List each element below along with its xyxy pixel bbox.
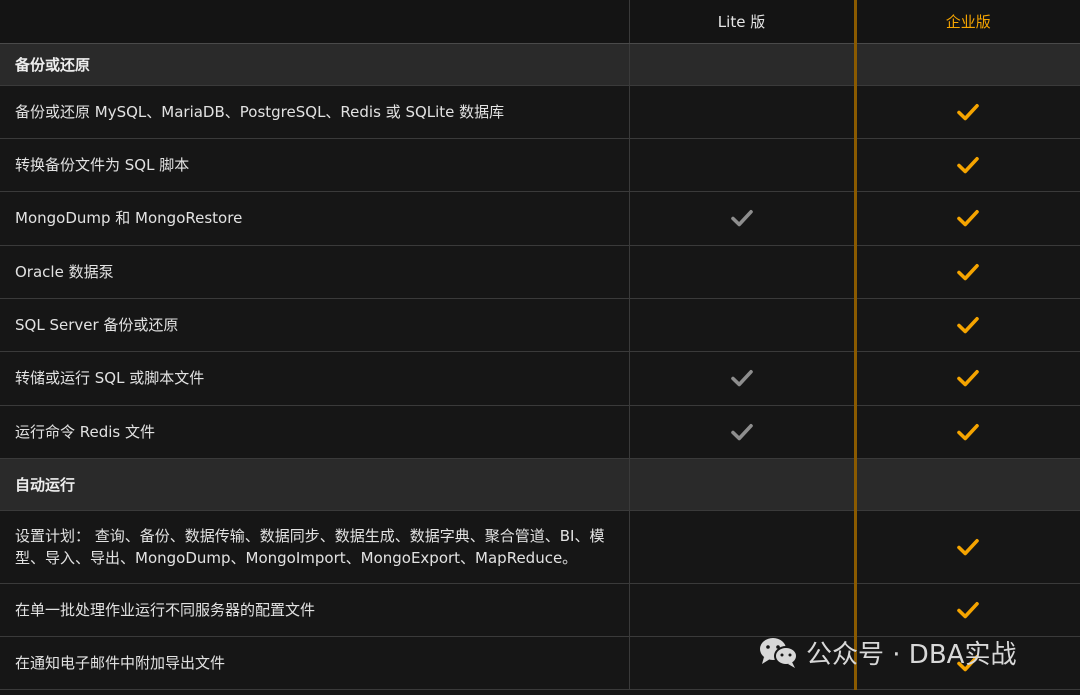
feature-comparison-table: Lite 版 企业版 备份或还原 备份或还原 MySQL、MariaDB、Post…: [0, 0, 1080, 690]
lite-cell: [629, 636, 857, 690]
enterprise-cell: [855, 138, 1080, 192]
lite-cell: [629, 510, 857, 584]
lite-cell: [629, 583, 857, 637]
section-title: 自动运行: [0, 458, 630, 511]
feature-label: 设置计划： 查询、备份、数据传输、数据同步、数据生成、数据字典、聚合管道、BI、…: [0, 510, 630, 584]
table-row: 设置计划： 查询、备份、数据传输、数据同步、数据生成、数据字典、聚合管道、BI、…: [0, 510, 1080, 584]
lite-cell: [629, 85, 857, 139]
feature-label: 在单一批处理作业运行不同服务器的配置文件: [0, 583, 630, 637]
feature-label: MongoDump 和 MongoRestore: [0, 191, 630, 246]
feature-label: Oracle 数据泵: [0, 245, 630, 299]
table-row: Oracle 数据泵: [0, 245, 1080, 299]
lite-cell: [629, 298, 857, 352]
table-body: 备份或还原 备份或还原 MySQL、MariaDB、PostgreSQL、Redi…: [0, 43, 1080, 690]
enterprise-cell: [855, 85, 1080, 139]
enterprise-check-icon: [957, 156, 980, 173]
section-lite-cell: [629, 458, 857, 511]
table-row: 转储或运行 SQL 或脚本文件: [0, 351, 1080, 406]
lite-cell: [629, 191, 857, 246]
enterprise-cell: [855, 298, 1080, 352]
table-row: SQL Server 备份或还原: [0, 298, 1080, 352]
table-row: 备份或还原 MySQL、MariaDB、PostgreSQL、Redis 或 S…: [0, 85, 1080, 139]
enterprise-cell: [855, 351, 1080, 406]
feature-label: 运行命令 Redis 文件: [0, 405, 630, 459]
header-lite-label: Lite 版: [629, 0, 857, 44]
feature-label: 转储或运行 SQL 或脚本文件: [0, 351, 630, 406]
enterprise-check-icon: [957, 210, 980, 227]
feature-label: 在通知电子邮件中附加导出文件: [0, 636, 630, 690]
lite-cell: [629, 138, 857, 192]
enterprise-cell: [855, 510, 1080, 584]
enterprise-cell: [855, 583, 1080, 637]
enterprise-check-icon: [957, 538, 980, 555]
feature-label: 转换备份文件为 SQL 脚本: [0, 138, 630, 192]
comparison-page: Lite 版 企业版 备份或还原 备份或还原 MySQL、MariaDB、Post…: [0, 0, 1080, 695]
table-row: MongoDump 和 MongoRestore: [0, 191, 1080, 246]
enterprise-cell: [855, 405, 1080, 459]
lite-check-icon: [730, 423, 753, 440]
enterprise-check-icon: [957, 370, 980, 387]
table-row: 运行命令 Redis 文件: [0, 405, 1080, 459]
section-enterprise-cell: [855, 43, 1080, 86]
table-row: 在单一批处理作业运行不同服务器的配置文件: [0, 583, 1080, 637]
table-row: 在通知电子邮件中附加导出文件: [0, 636, 1080, 690]
enterprise-check-icon: [957, 423, 980, 440]
lite-check-icon: [730, 210, 753, 227]
feature-label: SQL Server 备份或还原: [0, 298, 630, 352]
enterprise-check-icon: [957, 103, 980, 120]
lite-cell: [629, 351, 857, 406]
enterprise-check-icon: [957, 601, 980, 618]
lite-check-icon: [730, 370, 753, 387]
enterprise-cell: [855, 245, 1080, 299]
enterprise-cell: [855, 636, 1080, 690]
lite-cell: [629, 405, 857, 459]
lite-cell: [629, 245, 857, 299]
table-row: 转换备份文件为 SQL 脚本: [0, 138, 1080, 192]
enterprise-check-icon: [957, 263, 980, 280]
enterprise-check-icon: [957, 316, 980, 333]
feature-label: 备份或还原 MySQL、MariaDB、PostgreSQL、Redis 或 S…: [0, 85, 630, 139]
section-lite-cell: [629, 43, 857, 86]
section-enterprise-cell: [855, 458, 1080, 511]
table-header-row: Lite 版 企业版: [0, 0, 1080, 44]
enterprise-cell: [855, 191, 1080, 246]
header-enterprise-label: 企业版: [855, 0, 1080, 44]
section-header-row: 自动运行: [0, 458, 1080, 511]
section-title: 备份或还原: [0, 43, 630, 86]
header-feature-cell: [0, 0, 630, 44]
section-header-row: 备份或还原: [0, 43, 1080, 86]
enterprise-check-icon: [957, 654, 980, 671]
